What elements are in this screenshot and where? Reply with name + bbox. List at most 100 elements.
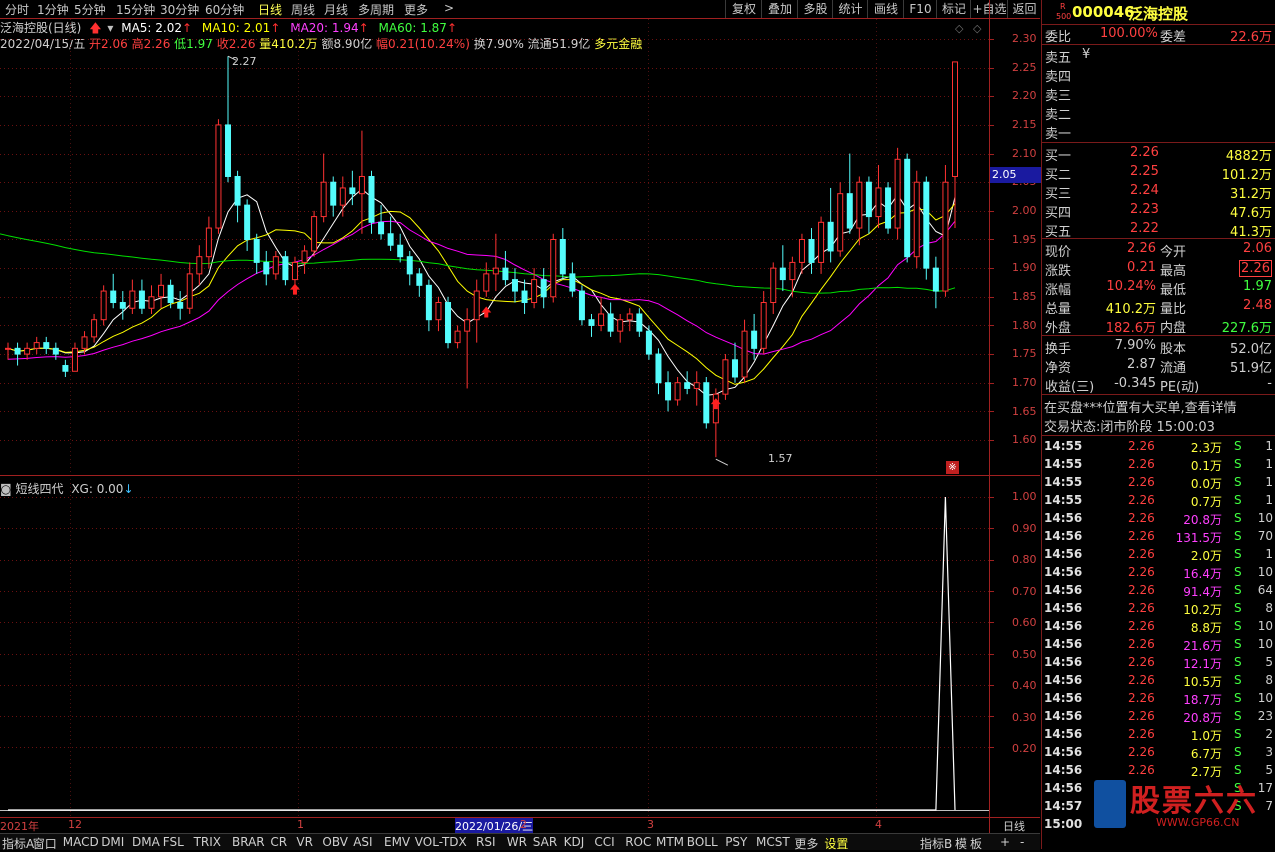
candle-up bbox=[215, 124, 222, 229]
tick-row: 14:56 2.26 21.6万 S 10 bbox=[1042, 635, 1275, 653]
indicator-tab-15[interactable]: WR bbox=[507, 835, 527, 849]
tick-side: S bbox=[1234, 493, 1242, 507]
watermark-text: 股票六六 bbox=[1130, 784, 1258, 819]
candle-down bbox=[138, 290, 145, 309]
indicator-tab-19[interactable]: ROC bbox=[625, 835, 651, 849]
sell-row: 卖二 bbox=[1042, 103, 1275, 123]
tick-volume: 2.3万 bbox=[1190, 441, 1222, 455]
fin-label: 股本 bbox=[1160, 342, 1187, 357]
buy-price: 2.23 bbox=[1130, 202, 1159, 217]
indicator-tab-1[interactable]: 窗口 bbox=[33, 835, 57, 852]
ma10-line bbox=[7, 203, 956, 385]
indicator-tab-10[interactable]: OBV bbox=[322, 835, 348, 849]
sell-row: 卖一 bbox=[1042, 122, 1275, 142]
indicator-tick-label: 0.30 bbox=[1012, 710, 1037, 724]
tick-side: S bbox=[1234, 475, 1242, 489]
candlestick-chart[interactable] bbox=[0, 0, 1041, 833]
tick-price: 2.26 bbox=[1128, 493, 1155, 507]
event-badge-icon[interactable]: ※ bbox=[946, 461, 959, 474]
indicator-tab-11[interactable]: ASI bbox=[353, 835, 372, 849]
candle-down bbox=[397, 244, 404, 258]
indicator-tab-7[interactable]: BRAR bbox=[232, 835, 265, 849]
candle-up bbox=[358, 175, 365, 195]
candle-down bbox=[368, 175, 375, 223]
candle-up bbox=[789, 261, 796, 281]
tick-volume: 0.0万 bbox=[1190, 477, 1222, 491]
candle-up bbox=[913, 181, 920, 258]
fin-row: 净资 2.87 流通 51.9亿 bbox=[1042, 356, 1275, 376]
tick-time: 14:57 bbox=[1044, 799, 1083, 813]
tick-side: S bbox=[1234, 547, 1242, 561]
candle-down bbox=[932, 267, 939, 292]
price-tick-label: 1.85 bbox=[1012, 289, 1037, 303]
fin-label: 净资 bbox=[1045, 361, 1072, 376]
indicator-tab-24[interactable]: 更多 bbox=[794, 835, 818, 852]
indicator-tab-13[interactable]: VOL-TDX bbox=[415, 835, 467, 849]
indicator-tab-3[interactable]: DMI bbox=[101, 835, 124, 849]
indicator-tab-17[interactable]: KDJ bbox=[564, 835, 585, 849]
diamond-icon[interactable]: ◇ bbox=[955, 22, 963, 35]
tick-volume: 20.8万 bbox=[1183, 513, 1222, 527]
right-tab-3[interactable]: + bbox=[1000, 835, 1010, 849]
indicator-tab-20[interactable]: MTM bbox=[656, 835, 684, 849]
notice-row[interactable]: 在买盘***位置有大买单,查看详情 bbox=[1042, 396, 1275, 416]
fin-value: -0.345 bbox=[1114, 376, 1156, 391]
candle-up bbox=[291, 261, 298, 281]
indicator-tab-16[interactable]: SAR bbox=[533, 835, 557, 849]
stock-name: 泛海控股 bbox=[1128, 5, 1189, 23]
indicator-tab-14[interactable]: RSI bbox=[476, 835, 496, 849]
indicator-tab-5[interactable]: FSL bbox=[163, 835, 184, 849]
candle-down bbox=[244, 204, 251, 240]
big-order-notice[interactable]: 在买盘***位置有大买单,查看详情 bbox=[1044, 397, 1237, 416]
candle-down bbox=[684, 382, 691, 389]
indicator-tick-label: 1.00 bbox=[1012, 490, 1037, 503]
indicator-tab-2[interactable]: MACD bbox=[63, 835, 99, 849]
right-tab-0[interactable]: 指标B bbox=[920, 835, 952, 852]
indicator-tab-0[interactable]: 指标A bbox=[2, 835, 34, 852]
indicator-tab-6[interactable]: TRIX bbox=[194, 835, 221, 849]
tick-count: 70 bbox=[1257, 529, 1273, 543]
weibi-value: 100.00% bbox=[1100, 26, 1158, 41]
stat-label: 最低 bbox=[1160, 283, 1187, 298]
indicator-tab-8[interactable]: CR bbox=[270, 835, 287, 849]
stat-value: 182.6万 bbox=[1105, 321, 1156, 336]
right-tab-2[interactable]: 板 bbox=[970, 835, 982, 852]
indicator-tab-23[interactable]: MCST bbox=[756, 835, 790, 849]
buy-volume: 47.6万 bbox=[1230, 206, 1272, 221]
indicator-tab-21[interactable]: BOLL bbox=[687, 835, 718, 849]
indicator-tab-25[interactable]: 设置 bbox=[824, 835, 848, 852]
candle-down bbox=[330, 181, 337, 206]
price-tick-label: 2.15 bbox=[1012, 117, 1037, 131]
right-tab-4[interactable]: - bbox=[1020, 835, 1024, 849]
tick-row: 14:56 2.26 20.8万 S 23 bbox=[1042, 707, 1275, 725]
stat-value: 10.24% bbox=[1106, 279, 1156, 294]
fin-value: 51.9亿 bbox=[1230, 361, 1272, 376]
buy-volume: 101.2万 bbox=[1221, 168, 1272, 183]
fin-label: 流通 bbox=[1160, 361, 1187, 376]
indicator-tab-4[interactable]: DMA bbox=[132, 835, 160, 849]
tick-count: 5 bbox=[1265, 763, 1273, 777]
buy-signal-arrow bbox=[481, 306, 492, 318]
weicha-value: 22.6万 bbox=[1230, 30, 1272, 45]
indicator-tab-22[interactable]: PSY bbox=[725, 835, 747, 849]
indicator-tab-18[interactable]: CCI bbox=[594, 835, 614, 849]
indicator-tab-12[interactable]: EMV bbox=[384, 835, 410, 849]
tick-time: 14:55 bbox=[1044, 457, 1083, 471]
diamond-icon[interactable]: ◇ bbox=[973, 22, 981, 35]
tick-row: 14:56 2.26 16.4万 S 10 bbox=[1042, 563, 1275, 581]
candle-down bbox=[607, 313, 614, 332]
indicator-tab-9[interactable]: VR bbox=[296, 835, 313, 849]
candle-down bbox=[511, 279, 518, 292]
candle-up bbox=[5, 347, 11, 350]
sell-row: 卖四 bbox=[1042, 65, 1275, 85]
time-tick-label: 4 bbox=[875, 818, 882, 831]
candle-down bbox=[378, 221, 385, 235]
sell-row: 卖五 ¥ bbox=[1042, 46, 1275, 66]
indicator-settings-icon[interactable]: ◙ bbox=[0, 482, 12, 496]
tick-row: 14:56 2.26 10.2万 S 8 bbox=[1042, 599, 1275, 617]
right-tab-1[interactable]: 模 bbox=[955, 835, 967, 852]
candle-down bbox=[645, 330, 652, 355]
tick-count: 10 bbox=[1257, 619, 1273, 633]
candle-up bbox=[100, 290, 107, 321]
watermark-url: WWW.GP66.CN bbox=[1156, 816, 1240, 829]
